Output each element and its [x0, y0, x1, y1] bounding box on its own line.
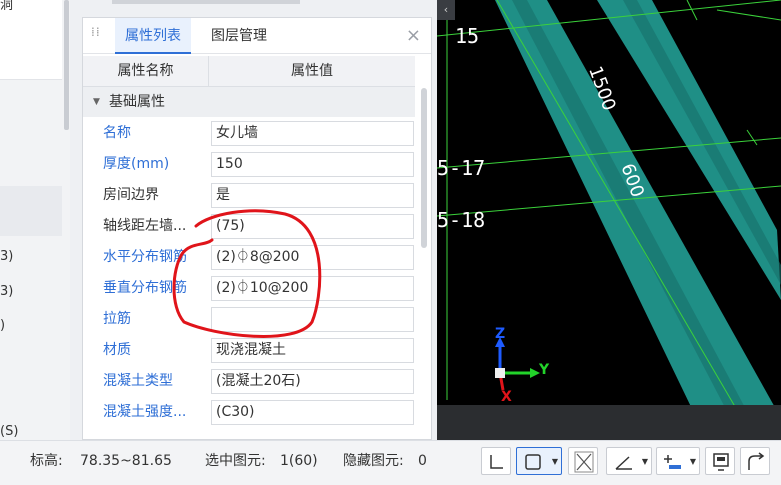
tab-layer-management[interactable]: 图层管理 [201, 18, 277, 54]
dynamic-input-button[interactable]: ▼ [656, 447, 700, 475]
property-value-field[interactable]: (75) [211, 214, 414, 239]
left-item-4[interactable]: (S) [0, 424, 18, 439]
canvas-bottom-band [437, 405, 781, 440]
property-name: 拉筋 [103, 311, 131, 327]
canvas-collapse-tab[interactable]: ‹ [437, 0, 455, 20]
property-name: 轴线距左墙... [103, 218, 187, 234]
status-bar: 标高: 78.35~81.65 选中图元: 1(60) 隐藏图元: 0 ▼ ▼ … [0, 440, 781, 485]
property-row[interactable]: 水平分布钢筋 (2)⏀8@200 [83, 242, 415, 273]
tab-property-list[interactable]: 属性列表 [115, 18, 191, 54]
property-row[interactable]: 厚度(mm) 150 [83, 149, 415, 180]
left-item-3[interactable]: ) [0, 318, 5, 333]
collapse-caret-icon[interactable]: ▼ [93, 87, 100, 117]
axis-label-15: 15 [455, 24, 480, 48]
property-row[interactable]: 房间边界 是 [83, 180, 415, 211]
left-panel-selected-item[interactable] [0, 186, 62, 236]
property-value-field[interactable]: (混凝土20石) [211, 369, 414, 394]
property-row[interactable]: 混凝土类型 (混凝土20石) [83, 366, 415, 397]
property-row[interactable]: 名称 女儿墙 [83, 118, 415, 149]
group-basic-properties[interactable]: ▼ 基础属性 [83, 87, 415, 117]
property-value-field[interactable]: (C30) [211, 400, 414, 425]
property-name: 材质 [103, 342, 131, 358]
screen-display-button[interactable] [705, 447, 735, 475]
curve-tool-button[interactable] [740, 447, 770, 475]
left-item-2[interactable]: 3) [0, 284, 13, 299]
axis-label-5-18: 5-18 [437, 208, 486, 232]
group-label: 基础属性 [109, 94, 165, 110]
axis-z-label: Z [495, 326, 506, 342]
property-value-field[interactable]: 现浇混凝土 [211, 338, 414, 363]
left-panel-scrollbar[interactable] [64, 0, 69, 130]
panel-top-strip [112, 0, 300, 4]
close-icon[interactable]: × [406, 25, 421, 46]
property-panel: ⁞⁞ 属性列表 图层管理 × 属性名称 属性值 ▼ 基础属性 名称 女儿墙厚度(m… [82, 17, 432, 440]
left-item-1[interactable]: 3) [0, 249, 13, 264]
property-name: 混凝土强度... [103, 404, 187, 420]
monitor-icon [713, 453, 729, 471]
hidden-label: 隐藏图元: [343, 453, 404, 469]
property-name: 厚度(mm) [103, 156, 170, 172]
property-value-field[interactable]: 是 [211, 183, 414, 208]
axis-y-label: Y [539, 362, 550, 378]
selected-value: 1(60) [280, 453, 318, 469]
property-value-field[interactable]: 150 [211, 152, 414, 177]
axis-label-5-17: 5-17 [437, 156, 486, 180]
property-name: 混凝土类型 [103, 373, 173, 389]
hidden-value: 0 [418, 453, 427, 469]
angle-snap-button[interactable]: ▼ [606, 447, 652, 475]
property-name: 名称 [103, 125, 131, 141]
chevron-down-icon[interactable]: ▼ [552, 457, 558, 466]
property-name: 房间边界 [103, 187, 159, 203]
property-tabbar: ⁞⁞ 属性列表 图层管理 × [83, 18, 431, 54]
property-name: 垂直分布钢筋 [103, 280, 187, 296]
left-item-0[interactable]: 洞 [0, 0, 13, 13]
property-value-field[interactable]: (2)⏀8@200 [211, 245, 414, 270]
cross-icon [574, 451, 594, 473]
property-value-field[interactable]: (2)⏀10@200 [211, 276, 414, 301]
canvas-drawing [437, 0, 781, 440]
chevron-down-icon[interactable]: ▼ [642, 457, 648, 466]
property-value-field[interactable]: 女儿墙 [211, 121, 414, 146]
property-row[interactable]: 轴线距左墙... (75) [83, 211, 415, 242]
selected-label: 选中图元: [205, 453, 266, 469]
property-name: 水平分布钢筋 [103, 249, 187, 265]
property-grid-header: 属性名称 属性值 [83, 56, 415, 87]
curve-icon [748, 452, 765, 470]
snap-mode-button[interactable]: ▼ [516, 447, 562, 475]
coordinate-axes [495, 337, 540, 391]
left-panel: 洞 3) 3) ) (S) [0, 0, 70, 440]
property-row[interactable]: 材质 现浇混凝土 [83, 335, 415, 366]
property-row[interactable]: 垂直分布钢筋 (2)⏀10@200 [83, 273, 415, 304]
chevron-down-icon[interactable]: ▼ [690, 457, 696, 466]
property-row[interactable]: 混凝土强度... (C30) [83, 397, 415, 428]
property-scrollbar[interactable] [421, 88, 427, 248]
cross-select-button[interactable] [568, 447, 598, 475]
axis-x-label: X [501, 389, 512, 405]
drawing-canvas[interactable]: ‹ 15 5-17 5-18 1500 600 Z Y X [437, 0, 781, 440]
property-row[interactable]: 拉筋 [83, 304, 415, 335]
drag-grip-icon[interactable]: ⁞⁞ [91, 26, 103, 44]
column-header-value: 属性值 [291, 63, 333, 79]
property-value-field[interactable] [211, 307, 414, 332]
elevation-label: 标高: [30, 453, 63, 469]
ortho-mode-button[interactable] [481, 447, 511, 475]
elevation-value: 78.35~81.65 [80, 453, 172, 469]
ortho-icon [490, 455, 503, 469]
column-header-name: 属性名称 [83, 56, 209, 87]
